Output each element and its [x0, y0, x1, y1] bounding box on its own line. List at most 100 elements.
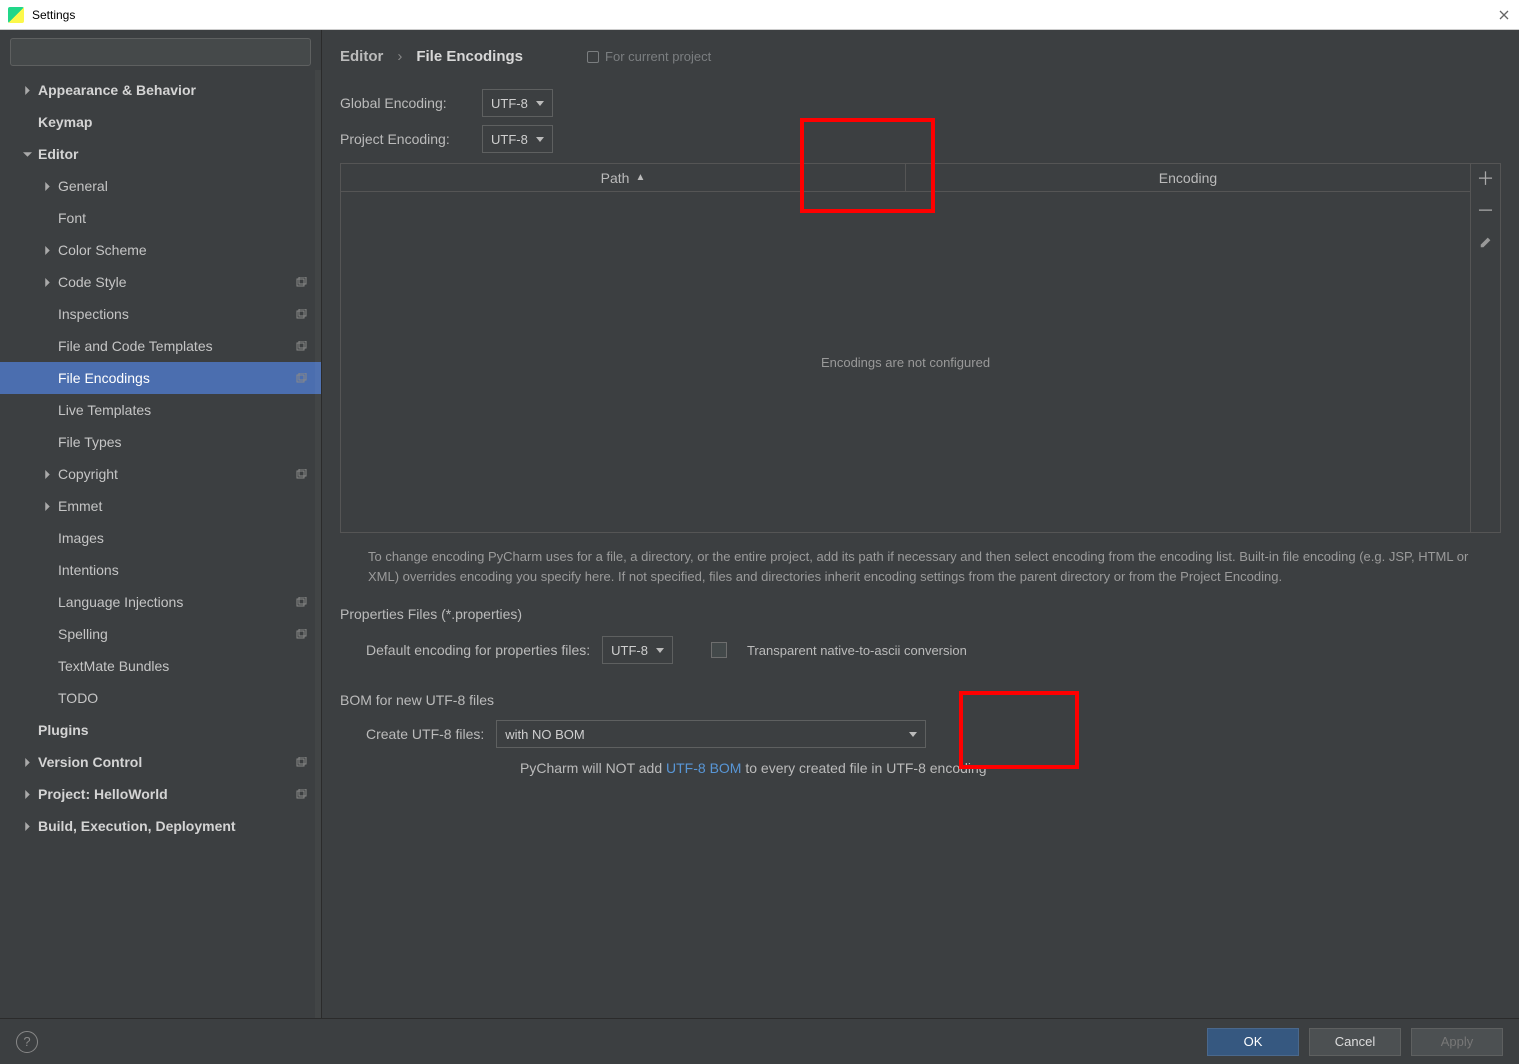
sidebar-item-label: Editor — [38, 146, 78, 162]
sidebar-item-label: File and Code Templates — [58, 338, 213, 354]
sidebar-item-label: Copyright — [58, 466, 118, 482]
sidebar-item-file-encodings[interactable]: File Encodings — [0, 362, 321, 394]
sidebar-item-project-helloworld[interactable]: Project: HelloWorld — [0, 778, 321, 810]
chevron-right-icon — [20, 822, 34, 831]
sidebar-item-label: Inspections — [58, 306, 129, 322]
sidebar-item-copyright[interactable]: Copyright — [0, 458, 321, 490]
app-icon — [8, 7, 24, 23]
project-level-icon — [295, 468, 307, 480]
dialog-footer: ? OK Cancel Apply — [0, 1018, 1519, 1064]
props-encoding-value: UTF-8 — [611, 643, 648, 658]
sidebar-item-language-injections[interactable]: Language Injections — [0, 586, 321, 618]
apply-button[interactable]: Apply — [1411, 1028, 1503, 1056]
bom-create-combo[interactable]: with NO BOM — [496, 720, 926, 748]
sidebar-item-label: Plugins — [38, 722, 89, 738]
chevron-down-icon — [656, 648, 664, 653]
sidebar-item-label: Language Injections — [58, 594, 183, 610]
global-encoding-combo[interactable]: UTF-8 — [482, 89, 553, 117]
scope-indicator: For current project — [587, 49, 711, 64]
sidebar-item-inspections[interactable]: Inspections — [0, 298, 321, 330]
settings-content: Global Encoding: UTF-8 Project Encoding:… — [322, 71, 1519, 1018]
project-level-icon — [295, 276, 307, 288]
chevron-right-icon — [20, 790, 34, 799]
search-input[interactable] — [10, 38, 311, 66]
sidebar-item-color-scheme[interactable]: Color Scheme — [0, 234, 321, 266]
project-level-icon — [295, 788, 307, 800]
project-scope-icon — [587, 51, 599, 63]
chevron-down-icon — [536, 101, 544, 106]
sidebar-item-textmate-bundles[interactable]: TextMate Bundles — [0, 650, 321, 682]
global-encoding-value: UTF-8 — [491, 96, 528, 111]
props-encoding-combo[interactable]: UTF-8 — [602, 636, 673, 664]
sidebar-item-font[interactable]: Font — [0, 202, 321, 234]
project-encoding-value: UTF-8 — [491, 132, 528, 147]
chevron-right-icon: › — [397, 48, 402, 65]
sidebar-item-label: TextMate Bundles — [58, 658, 169, 674]
sidebar-item-spelling[interactable]: Spelling — [0, 618, 321, 650]
remove-button[interactable]: － — [1476, 200, 1496, 220]
transparent-ascii-checkbox[interactable] — [711, 642, 727, 658]
breadcrumb: Editor › File Encodings For current proj… — [322, 30, 1519, 71]
window-title: Settings — [32, 8, 75, 22]
sidebar-item-images[interactable]: Images — [0, 522, 321, 554]
sidebar-item-plugins[interactable]: Plugins — [0, 714, 321, 746]
props-encoding-label: Default encoding for properties files: — [366, 642, 590, 658]
properties-section-title: Properties Files (*.properties) — [340, 606, 1501, 622]
help-button[interactable]: ? — [16, 1031, 38, 1053]
settings-main: Editor › File Encodings For current proj… — [322, 30, 1519, 1018]
sidebar-item-label: File Types — [58, 434, 122, 450]
settings-tree: Appearance & Behavior Keymap Editor General… — [0, 74, 321, 1018]
global-encoding-label: Global Encoding: — [340, 95, 470, 111]
help-text: To change encoding PyCharm uses for a fi… — [340, 547, 1501, 586]
chevron-down-icon — [536, 137, 544, 142]
ok-button[interactable]: OK — [1207, 1028, 1299, 1056]
scope-label: For current project — [605, 49, 711, 64]
sidebar-item-live-templates[interactable]: Live Templates — [0, 394, 321, 426]
breadcrumb-root[interactable]: Editor — [340, 48, 383, 65]
sidebar-item-label: File Encodings — [58, 370, 150, 386]
bom-section-title: BOM for new UTF-8 files — [340, 692, 1501, 708]
project-level-icon — [295, 308, 307, 320]
sidebar-item-general[interactable]: General — [0, 170, 321, 202]
sidebar-item-keymap[interactable]: Keymap — [0, 106, 321, 138]
sidebar-item-file-types[interactable]: File Types — [0, 426, 321, 458]
chevron-down-icon — [909, 732, 917, 737]
sidebar-item-label: General — [58, 178, 108, 194]
sidebar-item-label: Version Control — [38, 754, 142, 770]
bom-create-label: Create UTF-8 files: — [366, 726, 484, 742]
project-level-icon — [295, 756, 307, 768]
breadcrumb-leaf: File Encodings — [416, 48, 523, 65]
sidebar-item-label: Images — [58, 530, 104, 546]
project-encoding-combo[interactable]: UTF-8 — [482, 125, 553, 153]
sort-asc-icon: ▲ — [635, 172, 645, 183]
bom-create-value: with NO BOM — [505, 727, 584, 742]
sidebar-item-emmet[interactable]: Emmet — [0, 490, 321, 522]
cancel-button[interactable]: Cancel — [1309, 1028, 1401, 1056]
sidebar-item-label: Live Templates — [58, 402, 151, 418]
edit-button[interactable] — [1476, 232, 1496, 252]
project-level-icon — [295, 628, 307, 640]
chevron-down-icon — [20, 150, 34, 159]
sidebar-item-appearance-behavior[interactable]: Appearance & Behavior — [0, 74, 321, 106]
sidebar-item-build-execution-deployment[interactable]: Build, Execution, Deployment — [0, 810, 321, 842]
project-level-icon — [295, 596, 307, 608]
sidebar-item-label: Keymap — [38, 114, 92, 130]
chevron-right-icon — [40, 278, 54, 287]
sidebar-item-intentions[interactable]: Intentions — [0, 554, 321, 586]
encoding-table: Path ▲ Encoding Encodings are not config… — [340, 163, 1501, 533]
sidebar-item-label: Color Scheme — [58, 242, 147, 258]
table-header-encoding[interactable]: Encoding — [906, 164, 1470, 191]
table-header-path[interactable]: Path ▲ — [341, 164, 906, 191]
chevron-right-icon — [40, 182, 54, 191]
close-icon[interactable] — [1495, 6, 1513, 24]
sidebar-item-label: Code Style — [58, 274, 126, 290]
sidebar-item-file-and-code-templates[interactable]: File and Code Templates — [0, 330, 321, 362]
sidebar-item-version-control[interactable]: Version Control — [0, 746, 321, 778]
sidebar-item-code-style[interactable]: Code Style — [0, 266, 321, 298]
project-level-icon — [295, 372, 307, 384]
sidebar-item-label: Spelling — [58, 626, 108, 642]
sidebar-item-todo[interactable]: TODO — [0, 682, 321, 714]
utf8-bom-link[interactable]: UTF-8 BOM — [666, 760, 741, 776]
sidebar-item-editor[interactable]: Editor — [0, 138, 321, 170]
add-button[interactable]: ＋ — [1476, 168, 1496, 188]
